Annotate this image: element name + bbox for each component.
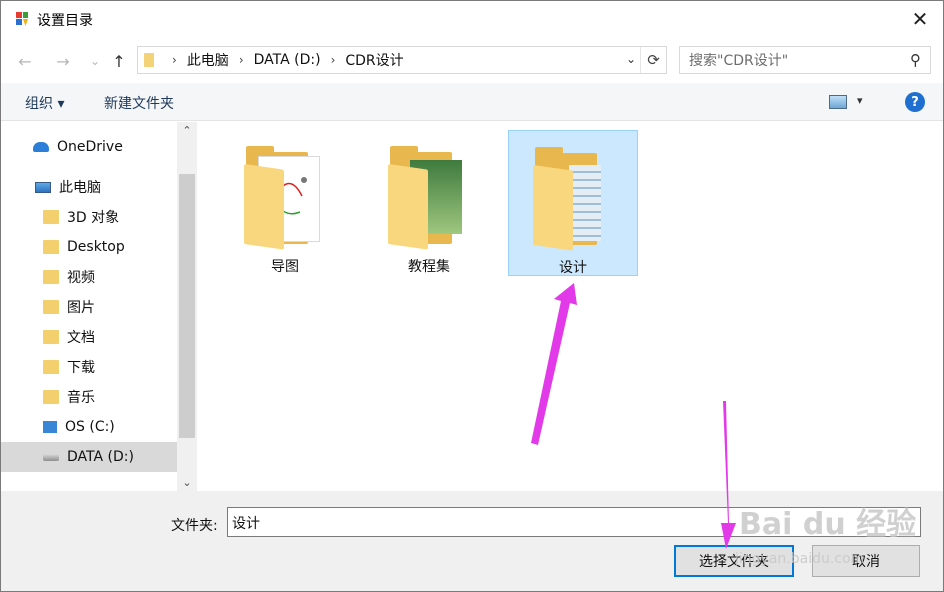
sidebar-item-label: OneDrive [57, 139, 123, 155]
sidebar-scrollbar[interactable]: ⌃ ⌄ [177, 122, 197, 491]
pictures-folder-icon [43, 300, 59, 314]
refresh-icon: ⟳ [647, 51, 660, 69]
navigation-bar: ← → ⌄ ↑ › 此电脑 › DATA (D:) › CDR设计 ⌄ ⟳ 搜索… [1, 41, 943, 81]
folder-content-area: 导图 教程集 设计 [198, 122, 943, 491]
search-input[interactable]: 搜索"CDR设计" [689, 50, 788, 70]
sidebar-item-label: 下载 [67, 360, 95, 376]
folder-tile-sheji[interactable]: 设计 [508, 130, 638, 276]
address-dropdown-icon[interactable]: ⌄ [626, 52, 636, 66]
folder-with-diagram-icon [244, 144, 324, 250]
organize-menu[interactable]: 组织 ▾ [25, 93, 64, 113]
sidebar-item-desktop[interactable]: Desktop [1, 232, 177, 262]
cloud-icon [33, 142, 49, 152]
sidebar-item-label: 视频 [67, 270, 95, 286]
command-bar: 组织 ▾ 新建文件夹 ▾ ? [1, 83, 943, 121]
sidebar-item-label: Desktop [67, 239, 125, 255]
chevron-down-icon: ⌄ [89, 54, 101, 68]
folder-with-document-icon [533, 145, 613, 251]
folder-with-screenshot-icon [388, 144, 468, 250]
up-arrow-icon: ↑ [112, 51, 126, 71]
sidebar-item-downloads[interactable]: 下载 [1, 352, 177, 382]
close-icon: ✕ [911, 7, 929, 31]
help-icon[interactable]: ? [905, 92, 925, 112]
scrollbar-thumb[interactable] [179, 174, 195, 438]
sidebar-item-videos[interactable]: 视频 [1, 262, 177, 292]
folder-tile-daotu[interactable]: 导图 [220, 130, 350, 276]
drive-icon [43, 453, 59, 461]
view-dropdown-icon[interactable]: ▾ [857, 94, 863, 107]
breadcrumb-separator: › [172, 53, 177, 67]
search-icon[interactable]: ⚲ [910, 51, 921, 69]
navigation-pane: OneDrive 此电脑 3D 对象 Desktop 视频 图片 文档 下载 音… [1, 122, 197, 491]
breadcrumb-this-pc[interactable]: 此电脑 [187, 50, 229, 70]
folder-tile-jiaochengji[interactable]: 教程集 [364, 130, 494, 276]
breadcrumb-cdr-folder[interactable]: CDR设计 [345, 50, 403, 70]
app-icon [16, 12, 28, 26]
folder-label: 导图 [271, 259, 299, 275]
folder-icon [43, 240, 59, 254]
address-bar[interactable]: › 此电脑 › DATA (D:) › CDR设计 ⌄ ⟳ [137, 46, 667, 74]
sidebar-item-pictures[interactable]: 图片 [1, 292, 177, 322]
forward-arrow-icon: → [56, 51, 70, 71]
sidebar-item-data-d[interactable]: DATA (D:) [1, 442, 177, 472]
up-button[interactable]: ↑ [107, 49, 131, 73]
breadcrumb-separator: › [238, 53, 244, 67]
recent-locations-button[interactable]: ⌄ [83, 49, 107, 73]
folder-label: 教程集 [408, 259, 450, 275]
video-folder-icon [43, 270, 59, 284]
sidebar-item-label: 3D 对象 [67, 210, 120, 226]
sidebar-item-documents[interactable]: 文档 [1, 322, 177, 352]
sidebar-item-onedrive[interactable]: OneDrive [1, 132, 177, 162]
sidebar-item-label: 音乐 [67, 390, 95, 406]
breadcrumb-separator: › [330, 53, 336, 67]
folder-icon [144, 53, 154, 67]
windows-drive-icon [43, 421, 57, 433]
watermark-url: jingyan.baidu.com [735, 551, 865, 567]
sidebar-item-label: 文档 [67, 330, 95, 346]
music-folder-icon [43, 390, 59, 404]
documents-folder-icon [43, 330, 59, 344]
new-folder-button[interactable]: 新建文件夹 [104, 93, 174, 113]
sidebar-item-3d-objects[interactable]: 3D 对象 [1, 202, 177, 232]
sidebar-item-this-pc[interactable]: 此电脑 [1, 172, 177, 202]
folder-icon [43, 210, 59, 224]
sidebar-item-label: 图片 [67, 300, 95, 316]
computer-icon [35, 181, 51, 193]
sidebar-item-music[interactable]: 音乐 [1, 382, 177, 412]
sidebar-item-label: 此电脑 [59, 180, 101, 196]
back-arrow-icon: ← [18, 51, 32, 71]
title-bar: 设置目录 ✕ [1, 1, 943, 39]
refresh-button[interactable]: ⟳ [640, 47, 666, 73]
folder-field-label: 文件夹: [171, 518, 218, 534]
window-title: 设置目录 [37, 13, 93, 29]
close-button[interactable]: ✕ [897, 1, 943, 37]
select-folder-dialog: 设置目录 ✕ ← → ⌄ ↑ › 此电脑 › DATA (D:) › CDR设计… [0, 0, 944, 592]
sidebar-item-label: OS (C:) [65, 419, 115, 435]
forward-button[interactable]: → [51, 49, 75, 73]
baidu-jingyan-watermark: Bai du 经验 jingyan.baidu.com [735, 489, 925, 579]
folder-label: 设计 [559, 260, 587, 276]
downloads-folder-icon [43, 360, 59, 374]
scroll-up-icon[interactable]: ⌃ [177, 124, 197, 137]
scroll-down-icon[interactable]: ⌄ [177, 476, 197, 489]
sidebar-item-label: DATA (D:) [67, 449, 134, 465]
view-mode-icon[interactable] [829, 95, 847, 109]
back-button[interactable]: ← [13, 49, 37, 73]
breadcrumb-data-drive[interactable]: DATA (D:) [254, 52, 321, 68]
search-box[interactable]: 搜索"CDR设计" ⚲ [679, 46, 931, 74]
sidebar-item-os-c[interactable]: OS (C:) [1, 412, 177, 442]
watermark-logo: Bai du 经验 [739, 507, 917, 542]
